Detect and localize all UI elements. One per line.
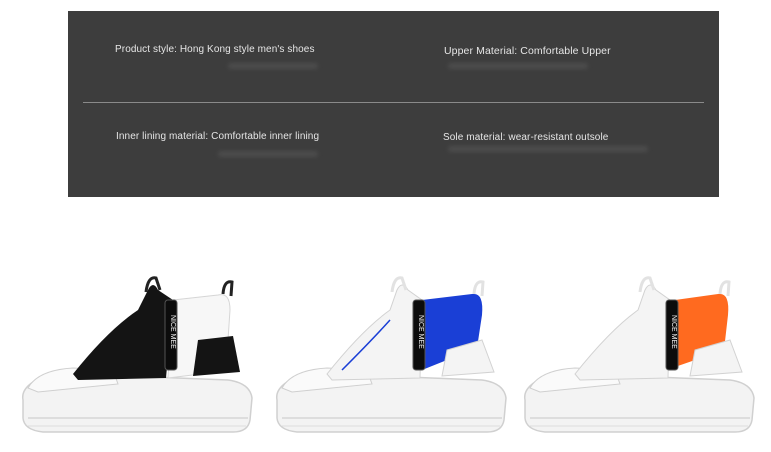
tag-text: NICE MEE bbox=[670, 315, 677, 349]
shoe-white-orange-image: NICE MEE bbox=[523, 276, 755, 433]
shoe-black-white-image: NICE MEE bbox=[21, 276, 253, 433]
divider bbox=[83, 102, 704, 103]
spec-panel: Product style: Hong Kong style men's sho… bbox=[68, 11, 719, 197]
blur-decoration bbox=[448, 146, 648, 152]
blur-decoration bbox=[448, 63, 588, 69]
tag-text: NICE MEE bbox=[169, 315, 176, 349]
tag-text: NICE MEE bbox=[417, 315, 424, 349]
upper-material-text: Upper Material: Comfortable Upper bbox=[444, 45, 611, 57]
sole-material-text: Sole material: wear-resistant outsole bbox=[443, 132, 609, 143]
blur-decoration bbox=[218, 151, 318, 157]
product-style-text: Product style: Hong Kong style men's sho… bbox=[115, 44, 315, 55]
inner-lining-text: Inner lining material: Comfortable inner… bbox=[116, 131, 320, 142]
blur-decoration bbox=[228, 63, 318, 69]
shoe-white-blue-image: NICE MEE bbox=[275, 276, 507, 433]
